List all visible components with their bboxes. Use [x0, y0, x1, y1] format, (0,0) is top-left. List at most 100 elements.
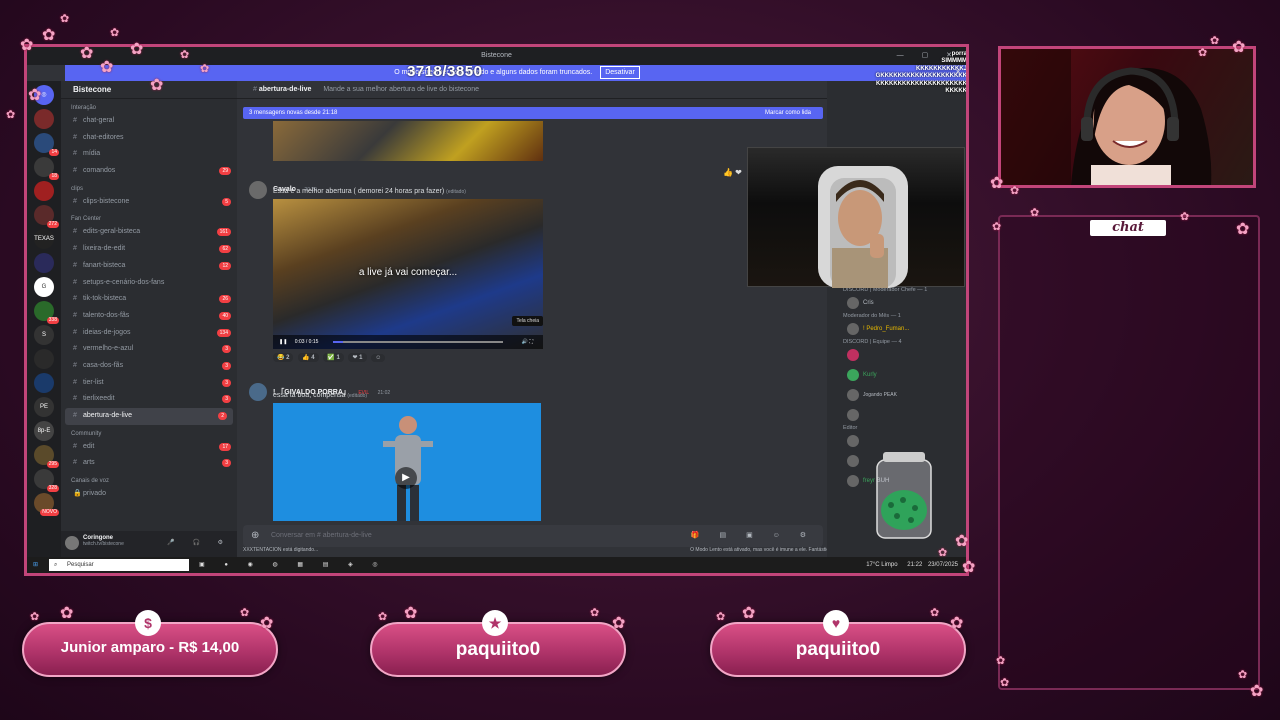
channel-item[interactable]: # chat-editores — [61, 130, 237, 147]
hash-icon: # — [73, 412, 77, 419]
composer-tools[interactable]: 🎁 ▤ ▣ ☺ ⚙ — [691, 525, 815, 547]
video-progress[interactable] — [333, 341, 503, 343]
stream-chat-overlay: KKKKK w porra SIMMMM KKKKKKKKKKKJ GKKKKKKKKK… — [797, 47, 967, 123]
avatar[interactable] — [65, 536, 79, 550]
add-attachment-icon[interactable]: ⊕ — [251, 525, 259, 547]
message-composer[interactable]: ⊕ Conversar em # abertura-de-live 🎁 ▤ ▣ … — [243, 525, 823, 547]
reaction[interactable]: 👍 4 — [298, 353, 319, 362]
reaction[interactable]: 😂 2 — [273, 353, 294, 362]
message-body: essa ta boa, compensa — [273, 392, 346, 399]
unread-badge: 26 — [219, 295, 231, 304]
server-icon[interactable]: 18 — [34, 157, 59, 180]
avatar[interactable] — [249, 181, 267, 199]
channel-item[interactable]: # tierlixeedit 3 — [61, 391, 237, 408]
server-icon[interactable] — [34, 181, 54, 201]
reaction[interactable]: ❤ 1 — [348, 353, 367, 362]
channel-item[interactable]: # arts 3 — [61, 455, 237, 472]
windows-start-icon[interactable]: ⊞ — [33, 557, 38, 573]
star-icon: ★ — [482, 610, 508, 636]
channel-label: chat-editores — [83, 133, 124, 141]
taskbar-apps[interactable]: ▣ ● ◉ ◍ ▦ ▤ ◈ ◎ — [199, 557, 387, 573]
channel-item[interactable]: # mídia — [61, 146, 237, 163]
category-label[interactable]: clips — [61, 180, 237, 194]
new-messages-bar[interactable]: 3 mensagens novas desde 21:18 Marcar com… — [243, 107, 823, 119]
channel-item[interactable]: # edit 17 — [61, 439, 237, 456]
video-player[interactable]: a live já vai começar... Tela cheia ❚❚ 0… — [273, 199, 543, 349]
stream-chat-line: KKKKKKKKKKKJ — [916, 65, 967, 72]
server-icon[interactable]: 272 — [34, 205, 59, 228]
video-caption: a live já vai começar... — [358, 267, 458, 278]
reaction[interactable]: ✅ 1 — [323, 353, 344, 362]
stream-chat-line: KKKKKKKKKKKKKKKKKKKKK — [876, 80, 967, 87]
server-icon[interactable]: PE — [34, 397, 54, 417]
server-icon[interactable] — [34, 253, 54, 273]
channel-item[interactable]: # fanart-bisteca 12 — [61, 258, 237, 275]
server-icon[interactable]: TEXAS — [34, 229, 54, 249]
member-item[interactable]: Cris — [827, 293, 966, 313]
channel-item[interactable]: # talento-dos-fãs 40 — [61, 308, 237, 325]
member-item[interactable]: ! Pedro_Fuman... — [827, 319, 966, 339]
hash-icon: # — [73, 228, 77, 236]
server-icon[interactable]: S — [34, 325, 54, 345]
blossom-icon: ✿ — [996, 655, 1006, 667]
user-controls[interactable]: 🎤 🎧 ⚙ — [167, 539, 231, 546]
member-item[interactable] — [827, 345, 966, 365]
server-icon[interactable]: 328 — [34, 469, 59, 492]
channel-item[interactable]: # comandos 29 — [61, 163, 237, 180]
server-icon[interactable] — [34, 109, 54, 129]
video-attachment[interactable]: ▶ — [273, 403, 541, 521]
clock-time[interactable]: 21:22 — [907, 562, 922, 568]
category-label[interactable]: Interação — [61, 99, 237, 113]
member-item[interactable] — [827, 431, 966, 451]
weather-text[interactable]: 17°C Limpo — [866, 562, 897, 568]
message-text: Essa é a melhor abertura ( demorei 24 ho… — [273, 188, 466, 195]
voice-channel[interactable]: 🔒 privado — [61, 486, 237, 503]
channel-label: tierlixeedit — [83, 395, 115, 403]
channel-item[interactable]: # clips-bistecone 5 — [61, 194, 237, 211]
add-reaction-icon[interactable]: ☺ — [371, 354, 386, 362]
taskbar-search[interactable]: ⌕ Pesquisar — [49, 559, 189, 571]
channel-item[interactable]: # tik-tok-bisteca 26 — [61, 291, 237, 308]
member-item[interactable]: Jogando PEAK — [827, 385, 966, 405]
channel-item[interactable]: # casa-dos-fãs 3 — [61, 358, 237, 375]
category-label[interactable]: Fan Center — [61, 210, 237, 224]
unread-badge: 12 — [219, 261, 231, 270]
image-attachment[interactable] — [273, 121, 543, 161]
member-item[interactable] — [827, 405, 966, 425]
unread-badge: 3 — [222, 395, 231, 404]
message-reaction-icons[interactable]: 👍 ❤ — [723, 168, 742, 177]
server-icon[interactable]: 14 — [34, 133, 59, 156]
channel-topic[interactable]: Mande a sua melhor abertura de live do b… — [323, 86, 479, 93]
server-name[interactable]: Bistecone — [61, 81, 237, 99]
play-icon[interactable]: ▶ — [395, 467, 417, 489]
dollar-icon: $ — [135, 610, 161, 636]
server-icon[interactable]: 8p-E — [34, 421, 54, 441]
volume-fullscreen-icons[interactable]: 🔊 ⛶ — [522, 335, 533, 349]
server-icon[interactable]: G — [34, 277, 54, 297]
server-icon[interactable] — [34, 349, 54, 369]
channel-item[interactable]: # chat-geral — [61, 113, 237, 130]
channel-item[interactable]: # edits-geral-bisteca 161 — [61, 224, 237, 241]
avatar[interactable] — [249, 383, 267, 401]
system-tray: 17°C Limpo 21:22 23/07/2025 — [866, 557, 958, 573]
member-item[interactable]: Kurly — [827, 365, 966, 385]
unread-badge: 62 — [219, 245, 231, 254]
channel-item[interactable]: # setups-e-cenário-dos-fans — [61, 275, 237, 292]
blossom-icon: ✿ — [240, 607, 250, 619]
server-icon[interactable]: 295 — [34, 445, 59, 468]
channel-item[interactable]: # vermelho-e-azul 3 — [61, 341, 237, 358]
server-icon[interactable]: 338 — [34, 301, 59, 324]
channel-item[interactable]: # tier-list 3 — [61, 375, 237, 392]
channel-item[interactable]: # lixeira-de-edit 62 — [61, 241, 237, 258]
channel-item[interactable]: # ideias-de-jogos 134 — [61, 325, 237, 342]
server-icon[interactable] — [34, 373, 54, 393]
video-progress-fill — [333, 341, 344, 343]
channel-item[interactable]: # abertura-de-live 2 — [65, 408, 233, 425]
clock-date[interactable]: 23/07/2025 — [928, 562, 958, 568]
server-icon[interactable]: NOVO — [34, 493, 59, 516]
category-label[interactable]: Canais de voz — [61, 472, 237, 486]
pause-icon[interactable]: ❚❚ — [279, 339, 287, 345]
category-label[interactable]: Community — [61, 425, 237, 439]
disable-streamer-mode-button[interactable]: Desativar — [600, 66, 640, 79]
jar-widget — [876, 452, 932, 539]
